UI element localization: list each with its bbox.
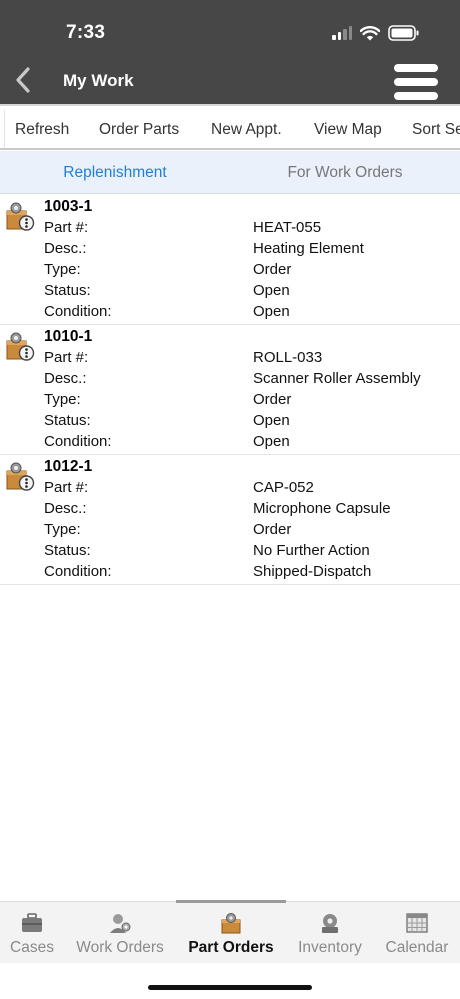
table-row[interactable]: 1012-1 Part #: CAP-052 Desc.: Microphone…: [0, 455, 460, 585]
back-button[interactable]: [10, 64, 36, 96]
type-label: Type:: [44, 521, 81, 538]
desc-value: Heating Element: [253, 240, 364, 257]
desc-value: Microphone Capsule: [253, 500, 391, 517]
tab-label: Part Orders: [188, 939, 274, 956]
bottom-tab-calendar[interactable]: Calendar: [382, 902, 452, 964]
part-value: CAP-052: [253, 479, 314, 496]
part-order-box-icon: [6, 202, 35, 231]
type-label: Type:: [44, 391, 81, 408]
row-id: 1003-1: [44, 198, 93, 215]
condition-value: Shipped-Dispatch: [253, 563, 372, 580]
menu-button[interactable]: [394, 64, 438, 100]
refresh-button[interactable]: Refresh: [15, 121, 69, 139]
new-appt-button[interactable]: New Appt.: [211, 121, 282, 139]
status-value: Open: [253, 282, 290, 299]
type-value: Order: [253, 261, 292, 278]
part-label: Part #:: [44, 349, 89, 366]
technician-icon: [110, 914, 131, 933]
status-value: No Further Action: [253, 542, 370, 559]
tab-label: Work Orders: [76, 939, 164, 956]
part-value: HEAT-055: [253, 219, 322, 236]
tab-label: Cases: [10, 939, 54, 956]
tab-replenishment[interactable]: Replenishment: [0, 164, 230, 182]
status-icons: [332, 25, 420, 41]
part-order-box-icon: [6, 462, 35, 491]
table-row[interactable]: 1010-1 Part #: ROLL-033 Desc.: Scanner R…: [0, 325, 460, 455]
part-label: Part #:: [44, 219, 89, 236]
status-label: Status:: [44, 542, 91, 559]
condition-value: Open: [253, 303, 290, 320]
desc-value: Scanner Roller Assembly: [253, 370, 421, 387]
part-order-box-icon: [6, 332, 35, 361]
table-row[interactable]: 1003-1 Part #: HEAT-055 Desc.: Heating E…: [0, 195, 460, 325]
action-toolbar: Refresh Order Parts New Appt. View Map S…: [0, 104, 460, 150]
bottom-tab-cases[interactable]: Cases: [6, 902, 58, 964]
part-value: ROLL-033: [253, 349, 323, 366]
calendar-icon: [406, 913, 428, 933]
part-label: Part #:: [44, 479, 89, 496]
desc-label: Desc.:: [44, 240, 87, 257]
status-time: 7:33: [66, 22, 106, 43]
tab-label: Calendar: [385, 939, 449, 956]
bottom-tab-work-orders[interactable]: Work Orders: [72, 902, 168, 964]
desc-label: Desc.:: [44, 370, 87, 387]
order-parts-button[interactable]: Order Parts: [99, 121, 179, 139]
hamburger-menu-icon: [394, 64, 438, 72]
type-value: Order: [253, 391, 292, 408]
condition-value: Open: [253, 433, 290, 450]
part-order-list: 1003-1 Part #: HEAT-055 Desc.: Heating E…: [0, 195, 460, 585]
tab-bar: Replenishment For Work Orders: [0, 151, 460, 194]
status-bar: 7:33: [0, 0, 460, 56]
desc-label: Desc.:: [44, 500, 87, 517]
sort-button[interactable]: Sort Se: [412, 121, 460, 139]
battery-icon: [388, 25, 419, 41]
type-label: Type:: [44, 261, 81, 278]
tab-for-work-orders[interactable]: For Work Orders: [230, 164, 460, 182]
home-indicator: [148, 985, 312, 990]
cellular-signal-icon: [332, 26, 352, 40]
chevron-left-icon: [16, 67, 30, 93]
condition-label: Condition:: [44, 433, 112, 450]
status-label: Status:: [44, 282, 91, 299]
nav-bar: My Work: [0, 56, 460, 104]
page-title: My Work: [63, 71, 134, 90]
inventory-gear-icon: [322, 914, 338, 933]
bottom-tab-part-orders[interactable]: Part Orders: [184, 902, 278, 964]
condition-label: Condition:: [44, 563, 112, 580]
bottom-tab-bar: Cases Work Orders Part Orders Inventory: [0, 900, 460, 964]
status-label: Status:: [44, 412, 91, 429]
briefcase-icon: [22, 913, 42, 932]
row-id: 1012-1: [44, 458, 93, 475]
tab-label: Inventory: [298, 939, 362, 956]
view-map-button[interactable]: View Map: [314, 121, 382, 139]
condition-label: Condition:: [44, 303, 112, 320]
part-box-icon: [221, 913, 241, 934]
status-value: Open: [253, 412, 290, 429]
type-value: Order: [253, 521, 292, 538]
row-id: 1010-1: [44, 328, 93, 345]
wifi-icon: [360, 25, 380, 40]
bottom-tab-inventory[interactable]: Inventory: [292, 902, 368, 964]
